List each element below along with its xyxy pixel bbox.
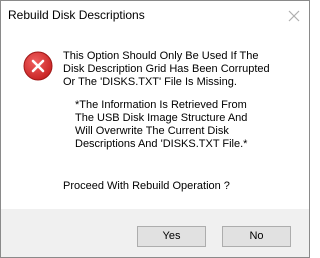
message-prompt: Proceed With Rebuild Operation ? — [63, 180, 230, 192]
yes-button[interactable]: Yes — [137, 226, 206, 247]
error-icon — [23, 51, 53, 81]
title-bar: Rebuild Disk Descriptions — [1, 1, 309, 31]
message-main: This Option Should Only Be Used If The D… — [63, 50, 270, 88]
button-bar: Yes No — [1, 209, 309, 257]
no-button[interactable]: No — [222, 226, 291, 247]
close-button[interactable] — [279, 1, 309, 31]
close-icon — [288, 10, 300, 22]
message-info: *The Information Is Retrieved From The U… — [75, 99, 248, 150]
dialog-window: Rebuild Disk Descriptions This Option Sh… — [0, 0, 310, 258]
dialog-body: This Option Should Only Be Used If The D… — [1, 31, 309, 209]
window-title: Rebuild Disk Descriptions — [8, 8, 145, 22]
